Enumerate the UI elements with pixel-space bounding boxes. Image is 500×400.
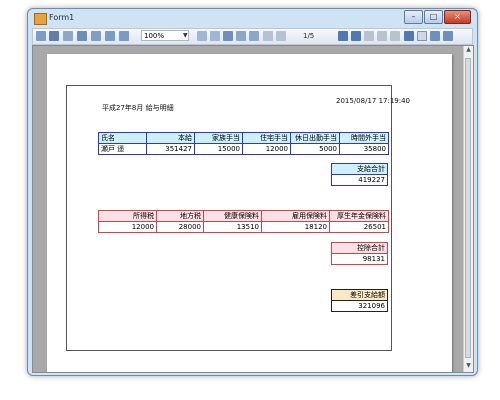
payment-header: 休日出勤手当 — [290, 132, 340, 144]
zoom-select[interactable]: 100% — [141, 30, 189, 41]
payment-cell: 5000 — [290, 143, 340, 155]
vertical-scrollbar[interactable]: ▲ ▼ — [463, 46, 473, 372]
maximize-button[interactable]: □ — [424, 10, 443, 24]
deduction-cell: 12000 — [98, 221, 157, 233]
deduction-header: 雇用保険料 — [261, 210, 330, 222]
payment-cell: 35800 — [339, 143, 389, 155]
window-title: Form1 — [49, 13, 75, 22]
payment-cell: 瀬戸 遥 — [98, 143, 147, 155]
deduction-total-value: 98131 — [331, 253, 388, 265]
deduction-cell: 13510 — [203, 221, 262, 233]
deduction-total-label: 控除合計 — [331, 242, 388, 254]
stop-icon[interactable] — [390, 31, 400, 41]
minimize-button[interactable]: – — [404, 10, 423, 24]
payment-cell: 12000 — [242, 143, 291, 155]
zoom-in-icon[interactable] — [119, 31, 129, 41]
last-page-icon[interactable] — [377, 31, 387, 41]
deduction-header: 健康保険料 — [203, 210, 262, 222]
whole-page-icon[interactable] — [210, 31, 220, 41]
print-icon[interactable] — [49, 31, 59, 41]
copy-icon[interactable] — [36, 31, 46, 41]
payment-header: 氏名 — [98, 132, 147, 144]
deduction-cell: 18120 — [261, 221, 330, 233]
payment-cell: 15000 — [194, 143, 243, 155]
payment-header: 住宅手当 — [242, 132, 291, 144]
deduction-total-table: 控除合計 98131 — [331, 242, 388, 265]
previous-page-icon[interactable] — [351, 31, 361, 41]
payment-header: 本給 — [146, 132, 195, 144]
payment-header: 時間外手当 — [339, 132, 389, 144]
net-pay-label: 差引支給額 — [331, 289, 388, 301]
payment-table: 氏名 本給 家族手当 住宅手当 休日出勤手当 時間外手当 瀬戸 遥 351427… — [98, 132, 389, 155]
chevron-down-icon[interactable]: ▼ — [183, 32, 188, 39]
net-pay-value: 321096 — [331, 300, 388, 312]
payment-cell: 351427 — [146, 143, 195, 155]
thumbnails-icon[interactable] — [263, 31, 273, 41]
deduction-header: 地方税 — [156, 210, 204, 222]
refresh-icon[interactable] — [404, 31, 414, 41]
next-page-icon[interactable] — [364, 31, 374, 41]
payment-total-value: 419227 — [331, 174, 388, 186]
page-width-icon[interactable] — [197, 31, 207, 41]
payment-header: 家族手当 — [194, 132, 243, 144]
hand-tool-icon[interactable] — [417, 31, 427, 41]
deduction-header: 厚生年金保険料 — [329, 210, 389, 222]
deduction-cell: 28000 — [156, 221, 204, 233]
payment-total-table: 支給合計 419227 — [331, 163, 388, 186]
page-setup-icon[interactable] — [77, 31, 87, 41]
single-page-icon[interactable] — [223, 31, 233, 41]
scroll-up-icon[interactable]: ▲ — [464, 46, 473, 56]
zoom-out-icon[interactable] — [105, 31, 115, 41]
layout-options-icon[interactable] — [249, 31, 259, 41]
scrollbar-thumb[interactable] — [465, 58, 471, 358]
first-page-icon[interactable] — [338, 31, 348, 41]
multi-page-icon[interactable] — [236, 31, 246, 41]
page-indicator: 1/5 — [303, 32, 315, 40]
select-tool-icon[interactable] — [430, 31, 440, 41]
app-icon — [34, 13, 47, 25]
report-date: 2015/08/17 17:19:40 — [336, 97, 411, 105]
find-icon[interactable] — [91, 31, 101, 41]
payment-total-label: 支給合計 — [331, 163, 388, 175]
report-toolbar: 100% ▼ 1/5 — [32, 28, 473, 45]
export-icon[interactable] — [443, 31, 453, 41]
scroll-down-icon[interactable]: ▼ — [464, 362, 473, 372]
document-map-icon[interactable] — [276, 31, 286, 41]
deduction-table: 所得税 地方税 健康保険料 雇用保険料 厚生年金保険料 12000 28000 … — [98, 210, 389, 233]
report-title: 平成27年8月 給与明細 — [102, 104, 174, 112]
net-pay-table: 差引支給額 321096 — [331, 289, 388, 312]
deduction-cell: 26501 — [329, 221, 389, 233]
close-button[interactable]: × — [444, 10, 471, 24]
title-bar[interactable]: Form1 – □ × — [28, 9, 477, 29]
deduction-header: 所得税 — [98, 210, 157, 222]
print-layout-icon[interactable] — [63, 31, 73, 41]
